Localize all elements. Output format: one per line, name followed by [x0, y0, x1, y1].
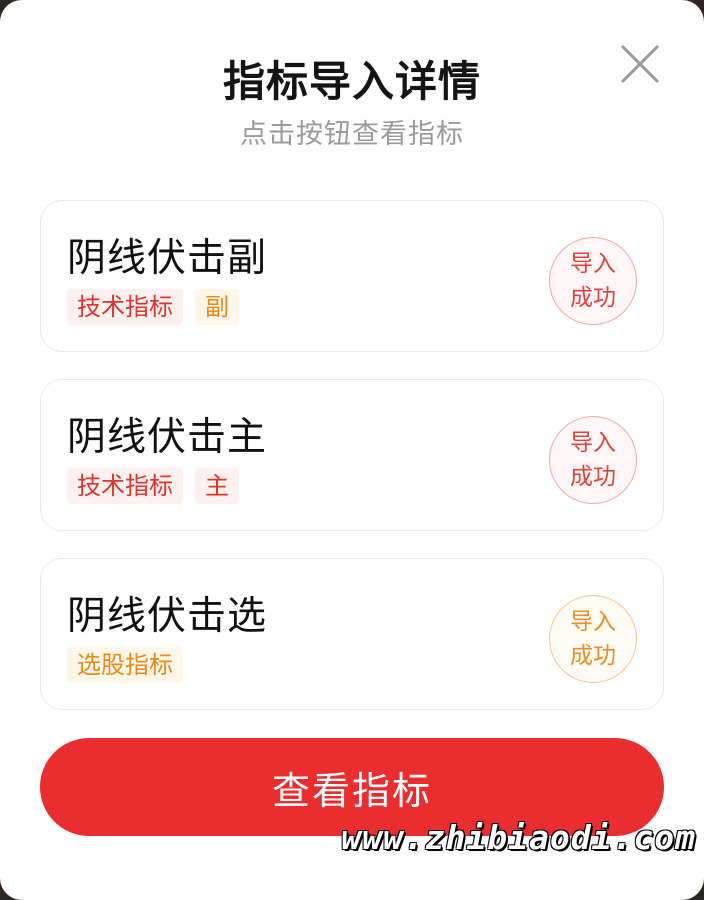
badge-line-1: 导入 [570, 430, 616, 456]
indicator-tags: 选股指标 [67, 647, 183, 683]
indicator-tags: 技术指标 副 [67, 289, 239, 325]
indicator-tags: 技术指标 主 [67, 468, 239, 504]
indicator-name: 阴线伏击选 [67, 594, 268, 639]
badge-line-1: 导入 [570, 609, 616, 635]
close-icon[interactable] [620, 44, 660, 84]
indicator-position-tag: 主 [195, 468, 239, 504]
import-success-badge: 导入 成功 [549, 237, 637, 325]
indicator-card[interactable]: 阴线伏击选 选股指标 导入 成功 [40, 558, 664, 710]
modal-title: 指标导入详情 [222, 57, 481, 106]
import-success-badge: 导入 成功 [549, 595, 637, 683]
import-details-modal: 指标导入详情 点击按钮查看指标 阴线伏击副 技术指标 副 导入 成功 阴线伏击主… [0, 0, 704, 900]
indicator-type-tag: 选股指标 [67, 647, 183, 683]
import-success-badge: 导入 成功 [549, 416, 637, 504]
indicator-position-tag: 副 [195, 289, 239, 325]
indicator-type-tag: 技术指标 [67, 289, 183, 325]
indicator-card[interactable]: 阴线伏击主 技术指标 主 导入 成功 [40, 379, 664, 531]
modal-subtitle: 点击按钮查看指标 [240, 119, 464, 150]
indicator-name: 阴线伏击副 [67, 236, 268, 281]
badge-line-2: 成功 [570, 464, 616, 490]
watermark-text: www.zhibiaodi.com [341, 818, 696, 857]
badge-line-2: 成功 [570, 285, 616, 311]
indicator-name: 阴线伏击主 [67, 415, 268, 460]
badge-line-1: 导入 [570, 251, 616, 277]
indicator-type-tag: 技术指标 [67, 468, 183, 504]
indicator-card[interactable]: 阴线伏击副 技术指标 副 导入 成功 [40, 200, 664, 352]
badge-line-2: 成功 [570, 643, 616, 669]
